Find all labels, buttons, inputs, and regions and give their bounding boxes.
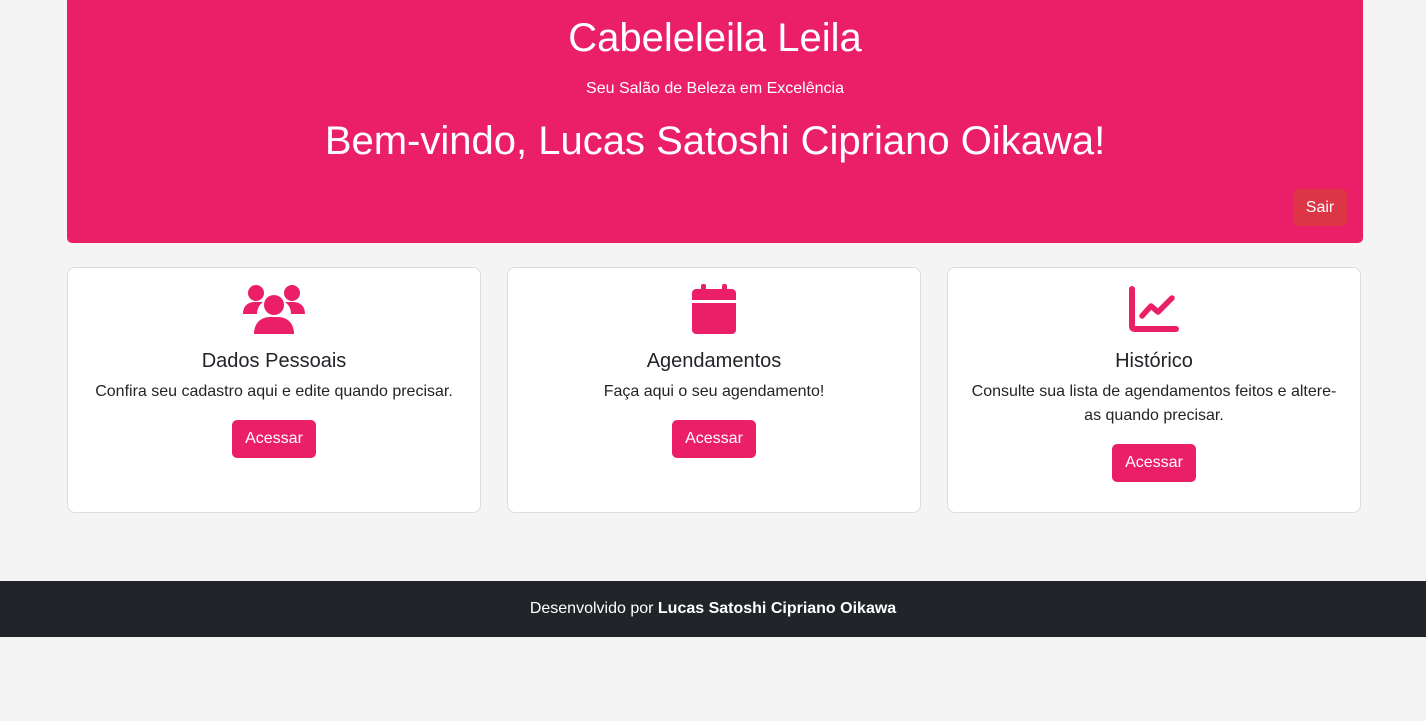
chart-line-icon	[948, 284, 1360, 334]
brand-title: Cabeleleila Leila	[568, 16, 862, 60]
card-title: Agendamentos	[646, 350, 782, 372]
card-personal-data: Dados Pessoais Confira seu cadastro aqui…	[67, 267, 481, 513]
card-description: Consulte sua lista de agendamentos feito…	[971, 383, 1337, 424]
card-description: Confira seu cadastro aqui e edite quando…	[95, 383, 453, 400]
calendar-icon	[508, 284, 920, 334]
header-banner: Cabeleleila Leila Seu Salão de Beleza em…	[67, 0, 1363, 243]
card-title: Histórico	[1115, 350, 1193, 372]
welcome-message: Bem-vindo, Lucas Satoshi Cipriano Oikawa…	[324, 119, 1106, 163]
logout-button[interactable]: Sair	[1293, 189, 1347, 226]
access-appointments-button[interactable]: Acessar	[672, 420, 756, 458]
footer: Desenvolvido por Lucas Satoshi Cipriano …	[0, 581, 1426, 637]
brand-tagline: Seu Salão de Beleza em Excelência	[586, 80, 844, 97]
card-history: Histórico Consulte sua lista de agendame…	[947, 267, 1361, 513]
card-description: Faça aqui o seu agendamento!	[603, 383, 825, 400]
access-personal-data-button[interactable]: Acessar	[232, 420, 316, 458]
users-icon	[68, 284, 480, 334]
footer-author: Lucas Satoshi Cipriano Oikawa	[657, 600, 897, 617]
card-title: Dados Pessoais	[201, 350, 347, 372]
card-appointments: Agendamentos Faça aqui o seu agendamento…	[507, 267, 921, 513]
footer-prefix: Desenvolvido por	[529, 600, 658, 617]
access-history-button[interactable]: Acessar	[1112, 444, 1196, 482]
